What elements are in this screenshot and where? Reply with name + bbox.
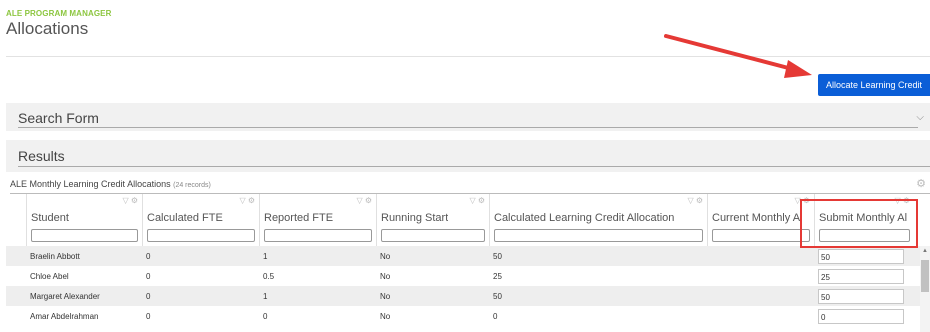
student-cell: Braelin Abbott [30,252,80,261]
reported-fte-filter-input[interactable] [264,229,372,242]
reported-fte-cell: 0 [263,312,268,321]
running-start-filter-input[interactable] [381,229,485,242]
scroll-thumb[interactable] [921,260,929,292]
page-title: Allocations [6,19,89,38]
reported-fte-cell: 0.5 [263,272,275,281]
student-cell: Margaret Alexander [30,292,100,301]
grid-caption-text: ALE Monthly Learning Credit Allocations [10,179,171,189]
calculated-allocation-cell: 50 [493,252,502,261]
calculated-fte-cell: 0 [146,272,151,281]
grid-settings-gear-icon[interactable]: ⚙ [916,177,926,190]
filter-settings-icons[interactable]: ▽ ⚙ [687,196,703,205]
search-form-panel[interactable]: Search Form ⌵ [6,103,930,131]
student-cell: Chloe Abel [30,272,69,281]
calculated-fte-cell: 0 [146,312,151,321]
running-start-cell: No [380,272,391,281]
running-start-cell: No [380,312,391,321]
page-header: ALE PROGRAM MANAGER Allocations [6,9,111,39]
column-label: Running Start [381,212,449,224]
table-row[interactable]: Chloe Abel 0 0.5 No 25 25 [6,266,920,286]
record-count: (24 records) [173,182,211,189]
allocate-learning-credit-button[interactable]: Allocate Learning Credit [818,74,930,96]
grid-scrollbar[interactable]: ▲ [920,246,930,332]
annotation-highlight-box [800,199,918,248]
table-row[interactable]: Amar Abdelrahman 0 0 No 0 0 [6,306,920,326]
results-underline [18,166,930,167]
filter-settings-icons[interactable]: ▽ ⚙ [356,196,372,205]
calculated-fte-cell: 0 [146,252,151,261]
current-monthly-filter-input[interactable] [712,229,810,242]
column-label: Calculated FTE [147,212,223,224]
submit-monthly-input[interactable]: 25 [818,269,904,284]
table-row[interactable]: Braelin Abbott 0 1 No 50 50 [6,246,920,266]
reported-fte-cell: 1 [263,252,268,261]
column-label: Student [31,212,69,224]
app-label: ALE PROGRAM MANAGER [6,9,112,18]
column-header-calculated-allocation[interactable]: ▽ ⚙ Calculated Learning Credit Allocatio… [489,194,707,246]
calculated-allocation-cell: 50 [493,292,502,301]
calculated-allocation-filter-input[interactable] [494,229,703,242]
filter-settings-icons[interactable]: ▽ ⚙ [122,196,138,205]
calculated-allocation-cell: 25 [493,272,502,281]
column-label: Reported FTE [264,212,334,224]
submit-monthly-input[interactable]: 50 [818,249,904,264]
column-header-reported-fte[interactable]: ▽ ⚙ Reported FTE [259,194,376,246]
column-header-calculated-fte[interactable]: ▽ ⚙ Calculated FTE [142,194,259,246]
student-cell: Amar Abdelrahman [30,312,99,321]
column-label: Calculated Learning Credit Allocation [494,212,675,224]
scroll-up-icon[interactable]: ▲ [922,248,928,254]
calculated-fte-cell: 0 [146,292,151,301]
student-filter-input[interactable] [31,229,138,242]
submit-monthly-input[interactable]: 0 [818,309,904,324]
search-form-underline [18,127,918,128]
calculated-fte-filter-input[interactable] [147,229,255,242]
chevron-down-icon[interactable]: ⌵ [916,112,924,123]
table-row[interactable]: Margaret Alexander 0 1 No 50 50 [6,286,920,306]
annotation-arrow-icon [664,34,812,78]
reported-fte-cell: 1 [263,292,268,301]
grid-caption: ALE Monthly Learning Credit Allocations … [10,179,211,189]
filter-settings-icons[interactable]: ▽ ⚙ [239,196,255,205]
allocations-grid: ALE Monthly Learning Credit Allocations … [6,172,930,332]
column-header-running-start[interactable]: ▽ ⚙ Running Start [376,194,489,246]
calculated-allocation-cell: 0 [493,312,498,321]
submit-monthly-input[interactable]: 50 [818,289,904,304]
results-title: Results [18,148,65,164]
filter-settings-icons[interactable]: ▽ ⚙ [469,196,485,205]
column-label: Current Monthly A [712,212,801,224]
column-header-student[interactable]: ▽ ⚙ Student [26,194,142,246]
search-form-title: Search Form [18,110,99,126]
running-start-cell: No [380,292,391,301]
column-header-current-monthly[interactable]: ▽ ⚙ Current Monthly A [707,194,814,246]
running-start-cell: No [380,252,391,261]
